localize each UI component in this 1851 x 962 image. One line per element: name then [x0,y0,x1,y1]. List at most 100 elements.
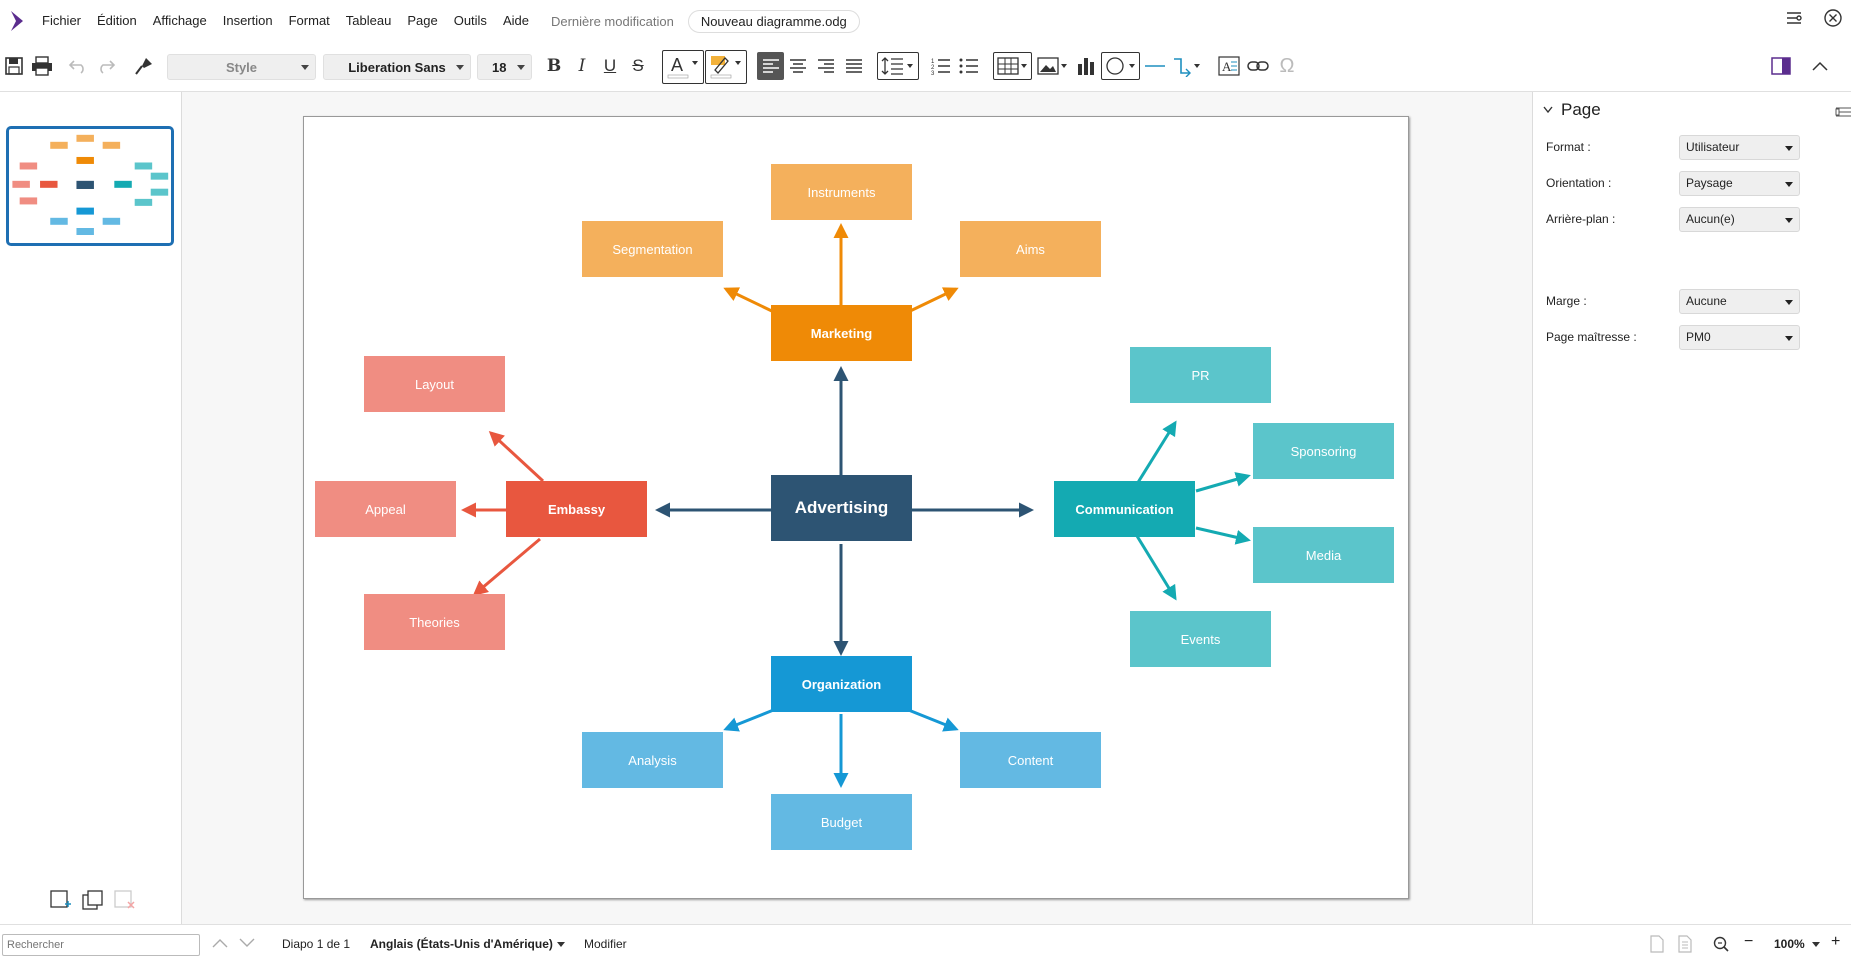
node-aims[interactable]: Aims [960,221,1101,277]
slide-thumbnail[interactable] [6,126,174,246]
menu-format[interactable]: Format [281,0,338,42]
bullet-list-icon[interactable] [957,52,981,80]
menu-aide[interactable]: Aide [495,0,537,42]
zoom-dropdown-icon[interactable] [1812,942,1820,947]
bold-icon[interactable]: B [543,52,565,80]
page-properties-more-icon[interactable] [1835,106,1851,118]
insert-textbox-icon[interactable]: A [1217,52,1241,80]
toolbar: Style Liberation Sans 18 B I U S A 123 A… [0,42,1851,92]
insert-line-icon[interactable] [1142,52,1168,80]
node-instruments[interactable]: Instruments [771,164,912,220]
italic-icon[interactable]: I [571,52,593,80]
search-next-icon[interactable] [239,938,255,948]
chevron-down-icon[interactable] [1543,106,1553,114]
arrow-communication-pr[interactable] [1135,420,1177,485]
duplicate-slide-icon[interactable] [82,890,104,910]
language-selector[interactable]: Anglais (États-Unis d'Amérique) [370,937,553,951]
node-content[interactable]: Content [960,732,1101,788]
save-icon[interactable] [2,52,26,80]
strikethrough-icon[interactable]: S [627,52,649,80]
background-select[interactable]: Aucun(e) [1679,207,1800,232]
sidebar-settings-icon[interactable] [1785,9,1803,27]
font-color-icon[interactable]: A [662,50,704,84]
zoom-in-icon[interactable]: + [1831,933,1840,951]
align-right-icon[interactable] [814,52,838,80]
document-name[interactable]: Nouveau diagramme.odg [687,9,860,33]
delete-slide-icon[interactable] [114,890,136,910]
zoom-fit-icon[interactable] [1713,936,1729,952]
node-embassy[interactable]: Embassy [506,481,647,537]
node-theories[interactable]: Theories [364,594,505,650]
node-events[interactable]: Events [1130,611,1271,667]
orientation-select[interactable]: Paysage [1679,171,1800,196]
new-slide-icon[interactable] [50,890,72,910]
node-appeal[interactable]: Appeal [315,481,456,537]
connector-icon[interactable] [1170,52,1204,80]
master-page-select[interactable]: PM0 [1679,325,1800,350]
redo-icon[interactable] [94,52,118,80]
node-media[interactable]: Media [1253,527,1394,583]
app-logo-icon[interactable] [0,0,34,42]
arrow-embassy-theories[interactable] [472,537,541,596]
insert-chart-icon[interactable] [1074,52,1098,80]
node-marketing[interactable]: Marketing [771,305,912,361]
arrow-organization-content[interactable] [905,707,959,732]
node-sponsoring[interactable]: Sponsoring [1253,423,1394,479]
hyperlink-icon[interactable] [1245,52,1271,80]
zoom-level[interactable]: 100% [1774,937,1805,951]
arrow-organization-analysis[interactable] [723,707,777,732]
sidebar-toggle-icon[interactable] [1769,52,1793,80]
style-combo[interactable]: Style [167,54,316,80]
numbered-list-icon[interactable]: 123 [929,52,953,80]
arrow-communication-media[interactable] [1195,526,1251,545]
insert-table-icon[interactable] [993,52,1032,80]
node-organization[interactable]: Organization [771,656,912,712]
undo-icon[interactable] [66,52,90,80]
menu-edition[interactable]: Édition [89,0,145,42]
drawing-page[interactable]: Advertising Marketing Instruments Segmen… [303,116,1409,899]
align-left-icon[interactable] [757,52,784,80]
clone-formatting-icon[interactable] [132,52,156,80]
highlight-color-icon[interactable] [705,50,747,84]
node-communication[interactable]: Communication [1054,481,1195,537]
arrow-communication-events[interactable] [1135,535,1177,601]
menu-fichier[interactable]: Fichier [34,0,89,42]
basic-shapes-icon[interactable] [1101,52,1140,80]
arrow-marketing-aims[interactable] [905,287,959,315]
align-center-icon[interactable] [786,52,810,80]
node-layout[interactable]: Layout [364,356,505,412]
node-segmentation[interactable]: Segmentation [582,221,723,277]
node-pr[interactable]: PR [1130,347,1271,403]
special-character-icon[interactable]: Ω [1275,52,1299,80]
font-size-combo[interactable]: 18 [477,54,532,80]
close-icon[interactable] [1823,8,1843,28]
language-dropdown-icon[interactable] [557,942,565,947]
underline-icon[interactable]: U [599,52,621,80]
menu-page[interactable]: Page [399,0,445,42]
format-select[interactable]: Utilisateur [1679,135,1800,160]
single-page-view-icon[interactable] [1650,935,1664,953]
insert-image-icon[interactable] [1035,52,1071,80]
arrow-communication-sponsoring[interactable] [1195,472,1251,493]
menu-affichage[interactable]: Affichage [145,0,215,42]
menu-tableau[interactable]: Tableau [338,0,400,42]
collapse-toolbar-icon[interactable] [1808,52,1832,80]
search-input[interactable] [2,934,200,956]
node-budget[interactable]: Budget [771,794,912,850]
menu-outils[interactable]: Outils [446,0,495,42]
arrow-embassy-layout[interactable] [488,430,545,483]
page-section-header[interactable]: Page [1543,100,1601,120]
margin-select[interactable]: Aucune [1679,289,1800,314]
print-icon[interactable] [28,52,56,80]
zoom-out-icon[interactable]: − [1744,933,1753,951]
search-previous-icon[interactable] [212,938,228,948]
node-analysis[interactable]: Analysis [582,732,723,788]
font-name-combo[interactable]: Liberation Sans [323,54,471,80]
justify-icon[interactable] [842,52,866,80]
menu-insertion[interactable]: Insertion [215,0,281,42]
multi-page-view-icon[interactable] [1678,935,1692,953]
node-advertising[interactable]: Advertising [771,475,912,541]
last-modified-link[interactable]: Dernière modification [537,14,688,29]
line-spacing-icon[interactable] [877,52,919,80]
arrow-marketing-segmentation[interactable] [723,287,777,315]
